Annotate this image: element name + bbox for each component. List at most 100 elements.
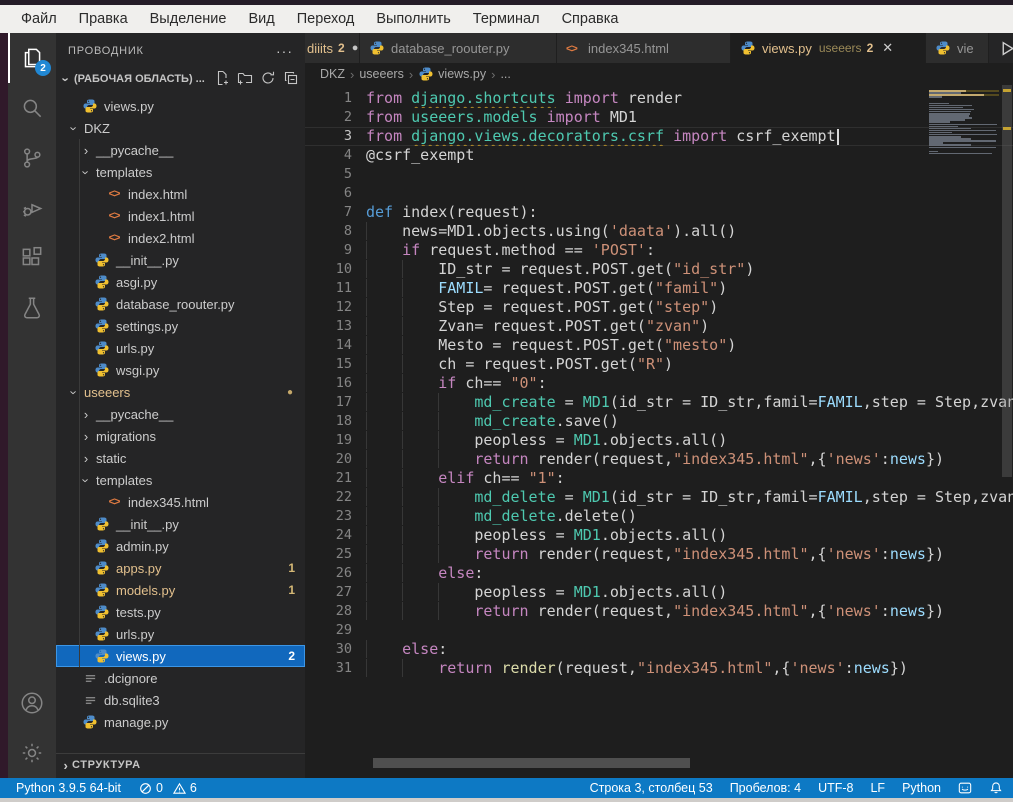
- notifications-bell-icon[interactable]: [989, 781, 1003, 795]
- menu-Переход[interactable]: Переход: [286, 11, 366, 27]
- minimap[interactable]: [929, 90, 999, 155]
- tab-diiits[interactable]: diiits2●: [305, 33, 360, 63]
- tree-item-views.py[interactable]: views.py2: [56, 645, 305, 667]
- code-line-1: 1from django.shortcuts import render: [305, 89, 1013, 108]
- indentation-status[interactable]: Пробелов: 4: [730, 781, 801, 795]
- testing-icon[interactable]: [8, 283, 56, 333]
- tree-item-index345.html[interactable]: <>index345.html: [56, 491, 305, 513]
- tree-item-__pycache__[interactable]: ›__pycache__: [56, 403, 305, 425]
- horizontal-scrollbar[interactable]: [373, 758, 690, 768]
- tree-item-apps.py[interactable]: apps.py1: [56, 557, 305, 579]
- run-button[interactable]: [999, 40, 1013, 57]
- tree-item-urls.py[interactable]: urls.py: [56, 623, 305, 645]
- problems-badge: 2: [288, 649, 295, 663]
- outline-section-header[interactable]: › СТРУКТУРА: [56, 753, 305, 776]
- menu-Выполнить[interactable]: Выполнить: [365, 11, 461, 27]
- source-control-icon[interactable]: [8, 133, 56, 183]
- tree-item-tests.py[interactable]: tests.py: [56, 601, 305, 623]
- scrollbar-thumb[interactable]: [1002, 85, 1012, 477]
- search-icon[interactable]: [8, 83, 56, 133]
- python-icon: [94, 604, 110, 620]
- tree-item-index1.html[interactable]: <>index1.html: [56, 205, 305, 227]
- tree-item-views.py[interactable]: views.py: [56, 95, 305, 117]
- encoding-status[interactable]: UTF-8: [818, 781, 853, 795]
- tree-item-templates[interactable]: ›templates: [56, 469, 305, 491]
- tree-item-__init__.py[interactable]: __init__.py: [56, 513, 305, 535]
- tree-item-useeers[interactable]: ›useeers●: [56, 381, 305, 403]
- menu-Правка[interactable]: Правка: [68, 11, 139, 27]
- code-line-26: 26 else:: [305, 564, 1013, 583]
- warning-count: 6: [190, 781, 197, 795]
- tree-item-.dcignore[interactable]: .dcignore: [56, 667, 305, 689]
- python-icon: [94, 296, 110, 312]
- code-line-17: 17 md_create = MD1(id_str = ID_str,famil…: [305, 393, 1013, 412]
- cursor-position-status[interactable]: Строка 3, столбец 53: [590, 781, 713, 795]
- tree-item-migrations[interactable]: ›migrations: [56, 425, 305, 447]
- tree-item-__pycache__[interactable]: ›__pycache__: [56, 139, 305, 161]
- menu-Терминал[interactable]: Терминал: [462, 11, 551, 27]
- collapse-folders-icon[interactable]: [283, 70, 299, 89]
- python-icon: [418, 66, 434, 82]
- tab-vie[interactable]: vie: [926, 33, 989, 63]
- text-file-icon: [84, 694, 97, 707]
- problems-status[interactable]: 0 6: [139, 781, 197, 795]
- code-editor[interactable]: 1from django.shortcuts import render2fro…: [305, 85, 1013, 778]
- text-file-icon: [84, 672, 97, 685]
- eol-status[interactable]: LF: [870, 781, 885, 795]
- tree-item-asgi.py[interactable]: asgi.py: [56, 271, 305, 293]
- vertical-scrollbar[interactable]: [1000, 85, 1013, 778]
- refresh-icon[interactable]: [260, 70, 276, 89]
- new-folder-icon[interactable]: [237, 70, 253, 89]
- tree-item-admin.py[interactable]: admin.py: [56, 535, 305, 557]
- tree-item-templates[interactable]: ›templates: [56, 161, 305, 183]
- tree-item-manage.py[interactable]: manage.py: [56, 711, 305, 733]
- tab-index345.html[interactable]: <>index345.html: [557, 33, 731, 63]
- workspace-section-header[interactable]: › (РАБОЧАЯ ОБЛАСТЬ) ...: [56, 68, 305, 90]
- tree-item-urls.py[interactable]: urls.py: [56, 337, 305, 359]
- tab-views.py[interactable]: views.pyuseeers2✕: [731, 33, 926, 63]
- tree-item-static[interactable]: ›static: [56, 447, 305, 469]
- tree-item-__init__.py[interactable]: __init__.py: [56, 249, 305, 271]
- code-line-20: 20 return render(request,"index345.html"…: [305, 450, 1013, 469]
- chevron-right-icon: ›: [60, 758, 72, 773]
- account-icon[interactable]: [8, 678, 56, 728]
- sidebar-title: ПРОВОДНИК: [68, 45, 144, 57]
- tab-database_roouter.py[interactable]: database_roouter.py: [360, 33, 557, 63]
- tree-item-index.html[interactable]: <>index.html: [56, 183, 305, 205]
- tree-item-index2.html[interactable]: <>index2.html: [56, 227, 305, 249]
- breadcrumb-item-DKZ[interactable]: DKZ: [320, 67, 345, 81]
- breadcrumb-item-useeers[interactable]: useeers: [359, 67, 403, 81]
- python-icon: [94, 362, 110, 378]
- language-mode-status[interactable]: Python: [902, 781, 941, 795]
- tree-item-wsgi.py[interactable]: wsgi.py: [56, 359, 305, 381]
- tree-item-db.sqlite3[interactable]: db.sqlite3: [56, 689, 305, 711]
- menu-Вид[interactable]: Вид: [237, 11, 285, 27]
- menu-Справка[interactable]: Справка: [551, 11, 630, 27]
- feedback-smiley-icon[interactable]: [958, 781, 972, 795]
- menu-Выделение[interactable]: Выделение: [139, 11, 238, 27]
- new-file-icon[interactable]: [214, 70, 230, 89]
- python-icon: [94, 252, 110, 268]
- close-tab-icon[interactable]: ✕: [882, 40, 893, 56]
- breadcrumb-item-...[interactable]: ...: [500, 67, 510, 81]
- code-line-27: 27 peopless = MD1.objects.all(): [305, 583, 1013, 602]
- code-line-2: 2from useeers.models import MD1: [305, 108, 1013, 127]
- problems-badge: 1: [288, 583, 295, 597]
- tree-item-models.py[interactable]: models.py1: [56, 579, 305, 601]
- tree-item-DKZ[interactable]: ›DKZ: [56, 117, 305, 139]
- tree-item-settings.py[interactable]: settings.py: [56, 315, 305, 337]
- python-interpreter-status[interactable]: Python 3.9.5 64-bit: [16, 781, 121, 795]
- explorer-icon[interactable]: 2: [8, 33, 56, 83]
- python-icon: [94, 274, 110, 290]
- sidebar-more-actions[interactable]: ···: [276, 43, 293, 59]
- run-debug-icon[interactable]: [8, 183, 56, 233]
- extensions-icon[interactable]: [8, 233, 56, 283]
- breadcrumb-item-views.py[interactable]: views.py: [418, 66, 486, 82]
- python-icon: [94, 626, 110, 642]
- chevron-down-icon: ›: [79, 166, 94, 178]
- settings-gear-icon[interactable]: [8, 728, 56, 778]
- code-line-15: 15 ch = request.POST.get("R"): [305, 355, 1013, 374]
- menu-Файл[interactable]: Файл: [10, 11, 68, 27]
- code-line-23: 23 md_delete.delete(): [305, 507, 1013, 526]
- tree-item-database_roouter.py[interactable]: database_roouter.py: [56, 293, 305, 315]
